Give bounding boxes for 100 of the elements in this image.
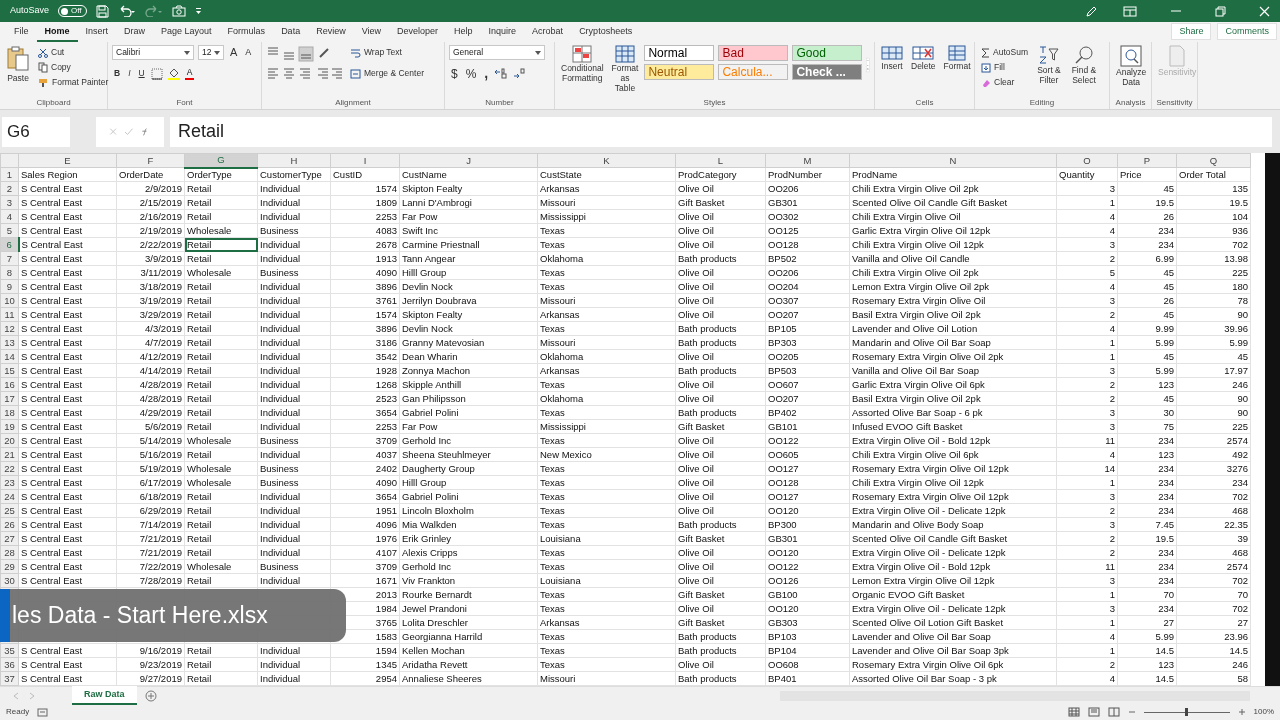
share-button[interactable]: Share (1171, 22, 1212, 40)
format-as-table-button[interactable]: Format as Table (609, 45, 641, 93)
column-header[interactable]: E (18, 153, 117, 168)
ribbon-tab[interactable]: Review (308, 24, 354, 42)
borders-icon[interactable] (150, 67, 163, 80)
table-cell: Chili Extra Virgin Olive Oil (849, 209, 1057, 224)
cell-style[interactable]: Bad (718, 45, 789, 61)
column-header[interactable]: K (537, 153, 676, 168)
column-header[interactable]: F (116, 153, 185, 168)
ribbon-tab[interactable]: View (353, 24, 389, 42)
font-color-button[interactable]: A (184, 67, 195, 80)
ribbon-display-icon[interactable] (1123, 5, 1137, 17)
clear-button[interactable]: Clear (979, 75, 1030, 90)
cell-style[interactable]: Normal (644, 45, 715, 61)
ribbon-tab[interactable]: File (6, 24, 37, 42)
ribbon-tab[interactable]: Help (446, 24, 481, 42)
cell-style[interactable]: Good (792, 45, 863, 61)
macro-record-icon[interactable] (37, 707, 49, 717)
active-cell[interactable]: Retail (184, 237, 258, 252)
fill-color-icon[interactable] (166, 67, 181, 80)
format-painter-button[interactable]: Format Painter (36, 75, 111, 90)
camera-icon[interactable] (171, 5, 186, 17)
table-cell: Georgianna Harrild (399, 629, 538, 644)
column-header[interactable]: J (399, 153, 538, 168)
cell-style[interactable]: Neutral (644, 64, 715, 80)
fill-button[interactable]: Fill (979, 60, 1030, 75)
column-header[interactable]: O (1056, 153, 1118, 168)
column-header[interactable]: G (184, 153, 258, 168)
underline-button[interactable]: U (136, 66, 147, 81)
column-header[interactable]: P (1117, 153, 1177, 168)
insert-cells-button[interactable]: Insert (879, 45, 905, 71)
ribbon-tab[interactable]: Developer (389, 24, 447, 42)
add-sheet-icon[interactable] (144, 689, 157, 702)
analyze-data-icon (1120, 45, 1143, 67)
table-cell: Olive Oil (675, 349, 766, 364)
column-header[interactable]: H (257, 153, 331, 168)
analyze-data-button[interactable]: Analyze Data (1114, 45, 1149, 87)
ribbon-tab[interactable]: Formulas (219, 24, 274, 42)
ribbon-tab[interactable]: Data (273, 24, 309, 42)
copy-button[interactable]: Copy (36, 60, 111, 75)
ribbon-tab[interactable]: Page Layout (153, 24, 220, 42)
find-select-button[interactable]: Find & Select (1067, 45, 1100, 85)
conditional-formatting-button[interactable]: Conditional Formatting (559, 45, 606, 83)
comma-style-button[interactable]: , (482, 66, 491, 81)
cell-style[interactable]: Check ... (792, 64, 863, 80)
table-cell: Texas (537, 629, 676, 644)
page-break-view-icon[interactable] (1107, 707, 1120, 717)
paste-button[interactable]: Paste (4, 45, 32, 83)
currency-button[interactable]: $ (449, 66, 460, 81)
table-cell: Retail (184, 405, 258, 420)
format-cells-button[interactable]: Format (941, 45, 973, 71)
table-cell: Individual (257, 503, 331, 518)
table-cell: Individual (257, 545, 331, 560)
page-layout-view-icon[interactable] (1087, 707, 1100, 717)
table-cell: Lemon Extra Virgin Olive Oil 12pk (849, 573, 1057, 588)
ribbon-tab[interactable]: Inquire (480, 24, 525, 42)
name-box[interactable]: G6 (2, 116, 70, 147)
sort-filter-button[interactable]: Sort & Filter (1033, 45, 1064, 85)
column-header[interactable]: N (849, 153, 1057, 168)
zoom-slider-thumb[interactable] (1185, 708, 1189, 716)
sheet-tab[interactable]: Raw Data (72, 685, 137, 706)
customize-icon[interactable] (194, 7, 202, 15)
percent-button[interactable]: % (463, 66, 479, 81)
table-cell: 45 (1176, 349, 1251, 364)
decrease-decimal-icon[interactable] (512, 68, 527, 79)
number-format-dropdown[interactable]: General (449, 45, 545, 60)
font-name-dropdown[interactable]: Calibri (112, 45, 194, 60)
bold-button[interactable]: B (112, 66, 123, 81)
shrink-font-button[interactable]: A (243, 45, 254, 60)
formula-input[interactable]: Retail (170, 116, 1272, 147)
comments-button[interactable]: Comments (1217, 22, 1277, 40)
table-cell: Lanni D'Ambrogi (399, 195, 538, 210)
column-header[interactable]: L (675, 153, 766, 168)
restore-icon[interactable] (1215, 5, 1226, 17)
ribbon-tab[interactable]: Draw (116, 24, 154, 42)
grow-font-button[interactable]: A (228, 45, 240, 60)
wrap-text-button[interactable]: Wrap Text (348, 45, 426, 60)
save-icon[interactable] (95, 4, 109, 18)
close-icon[interactable] (1259, 5, 1270, 17)
font-size-dropdown[interactable]: 12 (198, 45, 224, 60)
ribbon-tab[interactable]: Cryptosheets (571, 24, 641, 42)
column-header[interactable]: Q (1176, 153, 1251, 168)
column-header[interactable]: I (330, 153, 400, 168)
pen-icon[interactable] (1085, 4, 1098, 18)
normal-view-icon[interactable] (1067, 707, 1080, 717)
autosum-button[interactable]: AutoSum (979, 45, 1030, 60)
zoom-out-icon[interactable] (1127, 708, 1136, 716)
zoom-in-icon[interactable] (1237, 708, 1246, 716)
delete-cells-button[interactable]: Delete (909, 45, 938, 71)
zoom-level[interactable]: 100% (1253, 706, 1274, 718)
italic-button[interactable]: I (126, 66, 133, 81)
column-header[interactable]: M (765, 153, 850, 168)
ribbon-tab[interactable]: Acrobat (524, 24, 572, 42)
ribbon-tab[interactable]: Insert (77, 24, 117, 42)
merge-center-button[interactable]: Merge & Center (348, 66, 426, 81)
cut-button[interactable]: Cut (36, 45, 111, 60)
increase-decimal-icon[interactable] (494, 68, 509, 79)
table-cell: Bath products (675, 517, 766, 532)
table-cell: Lincoln Bloxholm (399, 503, 538, 518)
table-cell: 45 (1117, 391, 1177, 406)
